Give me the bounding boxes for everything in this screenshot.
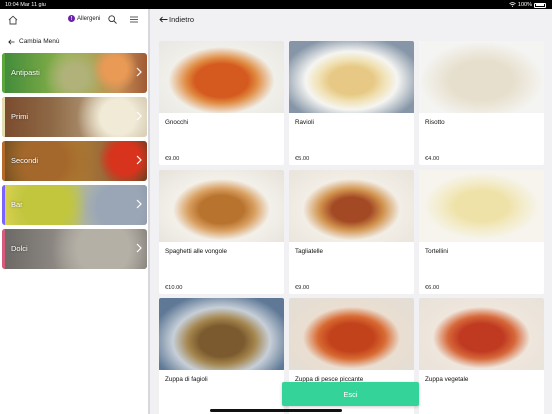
dish-card[interactable]: Tagliatelle €9.00: [289, 170, 414, 294]
arrow-left-icon: [159, 16, 168, 23]
battery-icon: [534, 2, 546, 8]
category-accent: [2, 229, 5, 269]
arrow-left-icon: [8, 39, 15, 44]
dish-price: €5.00: [295, 156, 310, 162]
dish-card[interactable]: Zuppa di fagioli: [159, 298, 284, 414]
dish-photo: [289, 41, 414, 113]
dish-photo: [289, 170, 414, 242]
chevron-right-icon: [136, 67, 142, 77]
dish-card[interactable]: Tortellini €6.00: [419, 170, 544, 294]
dish-name: Zuppa vegetale: [425, 376, 469, 383]
status-time: 10:04 Mar 11 giu: [5, 1, 46, 8]
allergens-button[interactable]: ! Allergeni: [68, 15, 100, 22]
chevron-right-icon: [136, 199, 142, 209]
category-accent: [2, 185, 5, 225]
category-bar[interactable]: Bar: [2, 185, 147, 225]
dish-card[interactable]: Spaghetti alle vongole €10.00: [159, 170, 284, 294]
change-menu-label: Cambia Menù: [19, 38, 60, 45]
dish-card[interactable]: Ravioli €5.00: [289, 41, 414, 165]
category-antipasti[interactable]: Antipasti: [2, 53, 147, 93]
status-right: 100%: [509, 1, 546, 9]
dish-card[interactable]: Zuppa vegetale: [419, 298, 544, 414]
category-label: Dolci: [11, 244, 28, 253]
dish-photo: [419, 41, 544, 113]
category-label: Secondi: [11, 156, 39, 165]
category-dolci[interactable]: Dolci: [2, 229, 147, 269]
change-menu-link[interactable]: Cambia Menù: [8, 38, 59, 45]
sidebar: ! Allergeni Cambia Menù Antipasti Primi: [0, 9, 150, 414]
dish-photo: [159, 41, 284, 113]
dish-card[interactable]: Risotto €4.00: [419, 41, 544, 165]
dish-price: €6.00: [425, 285, 440, 291]
category-accent: [2, 53, 5, 93]
category-accent: [2, 141, 5, 181]
hamburger-menu-icon[interactable]: [130, 16, 138, 23]
back-button[interactable]: Indietro: [159, 15, 194, 24]
chevron-right-icon: [136, 155, 142, 165]
sidebar-toolbar: ! Allergeni: [0, 9, 150, 31]
dish-grid-panel: Indietro Gnocchi €9.00 Ravioli €5.00 Ris…: [150, 9, 552, 414]
category-accent: [2, 97, 5, 137]
home-icon[interactable]: [8, 15, 18, 25]
dish-card[interactable]: Gnocchi €9.00: [159, 41, 284, 165]
exit-button[interactable]: Esci: [282, 382, 419, 406]
dish-price: €10.00: [165, 285, 183, 291]
dish-photo: [159, 170, 284, 242]
chevron-right-icon: [136, 111, 142, 121]
dish-name: Spaghetti alle vongole: [165, 248, 227, 255]
dish-name: Zuppa di fagioli: [165, 376, 208, 383]
category-label: Antipasti: [11, 68, 40, 77]
dish-price: €9.00: [295, 285, 310, 291]
dish-photo: [419, 298, 544, 370]
category-primi[interactable]: Primi: [2, 97, 147, 137]
dish-name: Risotto: [425, 119, 445, 126]
dish-name: Gnocchi: [165, 119, 189, 126]
dish-photo: [159, 298, 284, 370]
dish-photo: [289, 298, 414, 370]
dish-photo: [419, 170, 544, 242]
search-icon[interactable]: [108, 15, 117, 24]
chevron-right-icon: [136, 243, 142, 253]
category-label: Bar: [11, 200, 23, 209]
dish-name: Tortellini: [425, 248, 449, 255]
home-indicator[interactable]: [210, 409, 342, 412]
category-image: [2, 185, 147, 225]
dish-price: €9.00: [165, 156, 180, 162]
battery-percent: 100%: [517, 2, 532, 8]
status-bar: 10:04 Mar 11 giu 100%: [0, 0, 552, 9]
info-icon: !: [68, 15, 75, 22]
back-label: Indietro: [169, 15, 195, 24]
dish-name: Tagliatelle: [295, 248, 324, 255]
allergens-label: Allergeni: [77, 15, 101, 22]
category-label: Primi: [11, 112, 29, 121]
dish-name: Ravioli: [295, 119, 314, 126]
category-secondi[interactable]: Secondi: [2, 141, 147, 181]
dish-price: €4.00: [425, 156, 440, 162]
wifi-icon: [509, 1, 516, 9]
